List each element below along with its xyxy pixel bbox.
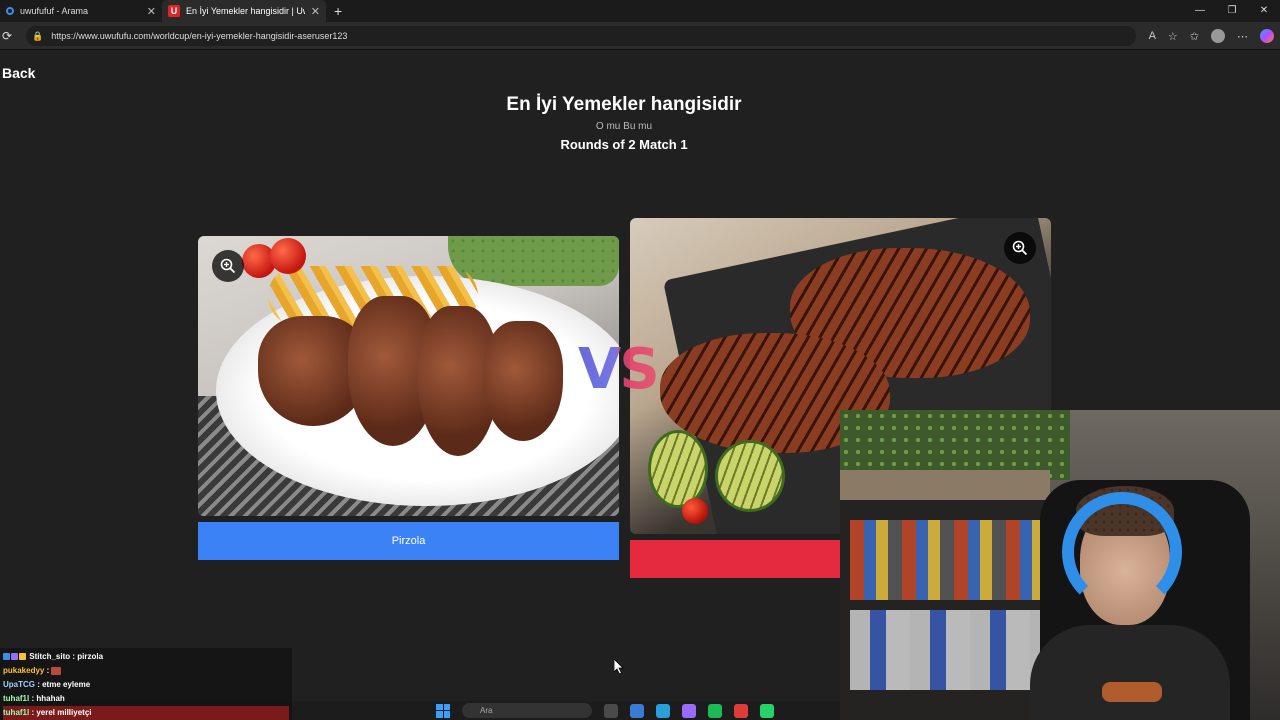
address-bar: ⟳ 🔒 https://www.uwufufu.com/worldcup/en-… (0, 22, 1280, 50)
webcam-overlay (840, 410, 1280, 720)
favorite-star-icon[interactable]: ☆ (1168, 30, 1178, 43)
more-menu-icon[interactable]: ⋯ (1237, 30, 1248, 43)
read-aloud-icon[interactable]: A (1149, 30, 1156, 42)
shelf-decoration (840, 470, 1050, 500)
figurines-decoration (850, 520, 1040, 600)
address-bar-actions: A ☆ ✩ ⋯ (1149, 26, 1274, 46)
copilot-icon[interactable] (1260, 29, 1274, 43)
tab-uwufufu[interactable]: U En İyi Yemekler hangisidir | UwUF ✕ (162, 0, 326, 22)
zucchini-decoration (715, 440, 785, 512)
headset-decoration (1062, 492, 1182, 612)
chat-message: Stitch_sito : pirzola (3, 650, 289, 664)
round-info: Rounds of 2 Match 1 (560, 137, 688, 152)
cherry-tomato-decoration (682, 498, 708, 524)
streamer-shirt-decoration (1030, 625, 1230, 720)
mouse-cursor-icon (614, 659, 624, 675)
lamb-chop-decoration (483, 321, 563, 441)
tab-title: En İyi Yemekler hangisidir | UwUF (186, 6, 305, 16)
zoom-icon[interactable] (1004, 232, 1036, 264)
badge-icon (3, 653, 10, 661)
url-field[interactable]: 🔒 https://www.uwufufu.com/worldcup/en-iy… (26, 26, 1136, 46)
new-tab-icon[interactable]: + (334, 3, 342, 19)
page-title: En İyi Yemekler hangisidir (506, 94, 742, 115)
restore-icon[interactable]: ❐ (1216, 0, 1248, 22)
back-button[interactable]: Back (2, 65, 35, 81)
close-icon[interactable]: ✕ (311, 5, 320, 18)
taskbar-search[interactable]: Ara (462, 703, 592, 718)
close-icon[interactable]: ✕ (147, 5, 156, 18)
close-window-icon[interactable]: ✕ (1248, 0, 1280, 22)
url-text: https://www.uwufufu.com/worldcup/en-iyi-… (51, 31, 348, 41)
shirt-logo-decoration (1102, 682, 1162, 702)
zoom-icon[interactable] (212, 250, 244, 282)
task-view-icon[interactable] (604, 703, 618, 718)
zucchini-decoration (648, 430, 708, 508)
browser-tab-bar: uwufufuf - Arama ✕ U En İyi Yemekler han… (0, 0, 1280, 22)
badge-icon (11, 653, 18, 661)
app-icon[interactable] (734, 703, 748, 718)
chat-text: hhahah (36, 694, 65, 703)
chat-message: tuhaf1l : yerel milliyetçi (3, 706, 289, 720)
uwufufu-favicon-icon: U (168, 5, 180, 17)
chat-text: etme eyleme (42, 680, 91, 689)
chat-message: tuhaf1l : hhahah (3, 694, 65, 703)
lock-icon: 🔒 (32, 30, 44, 41)
browser-app-icon[interactable] (656, 703, 670, 718)
whatsapp-icon[interactable] (760, 703, 774, 718)
minimize-icon[interactable]: — (1184, 0, 1216, 22)
taskbar-icons: Ara (436, 703, 774, 718)
chat-username: tuhaf1l (3, 694, 30, 703)
chat-text: yerel milliyetçi (36, 708, 92, 717)
page-subtitle: O mu Bu mu (595, 121, 653, 132)
chat-text: pirzola (77, 652, 104, 661)
reload-icon[interactable]: ⟳ (2, 29, 16, 43)
emote-icon (51, 666, 62, 675)
chat-message: UpaTCG : etme eyleme (3, 680, 91, 689)
spotify-icon[interactable] (708, 703, 722, 718)
search-tab-icon (6, 7, 14, 15)
app-icon[interactable] (682, 703, 696, 718)
chat-username: Stitch_sito (29, 652, 71, 661)
boxes-decoration (850, 610, 1040, 690)
window-controls: — ❐ ✕ (1184, 0, 1280, 22)
tab-title: uwufufuf - Arama (20, 6, 89, 16)
tomato-decoration (270, 238, 306, 274)
chat-username: UpaTCG (3, 680, 35, 689)
favorites-icon[interactable]: ✩ (1190, 30, 1199, 43)
profile-avatar-icon[interactable] (1211, 29, 1225, 43)
chat-message: pukakedyy : (3, 664, 289, 678)
tab-search[interactable]: uwufufuf - Arama ✕ (0, 0, 162, 22)
choose-left-button[interactable]: Pirzola (198, 522, 619, 560)
vs-label: VS (578, 337, 660, 402)
badge-icon (19, 653, 26, 661)
chat-username: pukakedyy (3, 666, 45, 675)
chat-username: tuhaf1l (3, 708, 30, 717)
edge-icon[interactable] (630, 703, 644, 718)
left-choice-image[interactable] (198, 236, 619, 516)
stream-chat: Stitch_sito : pirzola pukakedyy : UpaTCG… (0, 648, 292, 720)
windows-start-icon[interactable] (436, 703, 450, 718)
